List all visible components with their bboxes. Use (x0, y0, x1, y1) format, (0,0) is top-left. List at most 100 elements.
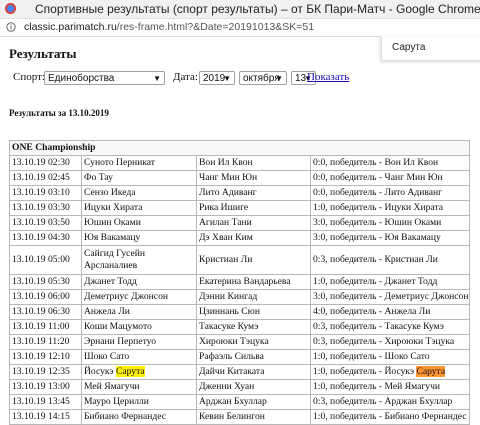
time-cell: 13.10.19 14:15 (9, 409, 82, 425)
competitor-2-cell: Агилан Тани (196, 215, 311, 231)
time-cell: 13.10.19 06:00 (9, 289, 82, 305)
time-cell: 13.10.19 11:20 (9, 334, 82, 350)
time-cell: 13.10.19 13:00 (9, 379, 82, 395)
competitor-1-name: Ицуки Хирата (84, 202, 143, 213)
time-cell: 13.10.19 11:00 (9, 319, 82, 335)
competitor-1-name: Юшин Оками (84, 217, 141, 228)
competitor-1-cell: Шоко Сато (81, 349, 197, 365)
time-cell: 13.10.19 03:10 (9, 185, 82, 201)
result-text: 3:0, победитель - Юя Вакамацу (313, 232, 441, 243)
result-cell: 0:3, победитель - Кристиан Ли (309, 245, 471, 275)
result-text: 3:0, победитель - Юшин Оками (313, 217, 442, 228)
competitor-1-name: Сензо Икеда (84, 187, 136, 198)
competitor-1-name: Анжела Ли (84, 306, 130, 317)
table-row: 13.10.19 02:45 Фо Тау Чанг Мин Юн 0:0, побе… (9, 170, 471, 186)
url-text[interactable]: classic.parimatch.ru/res-frame.html?&Dat… (24, 21, 314, 33)
competitor-2-cell: Хироюки Тэцука (196, 334, 311, 350)
table-row: 13.10.19 12:35 Йосукэ Сарута Дайчи Китакат… (9, 364, 471, 380)
result-cell: 1:0, победитель - Йосукэ Сарута (309, 364, 471, 380)
result-text: 0:3, победитель - Хироюки Тэцука (313, 336, 455, 347)
result-cell: 1:0, победитель - Мей Ямагучи (309, 379, 471, 395)
result-cell: 1:0, победитель - Ицуки Хирата (309, 200, 471, 216)
result-text: 1:0, победитель - Ицуки Хирата (313, 202, 443, 213)
competitor-1-name: Коши Мацумото (84, 321, 152, 332)
result-text: 1:0, победитель - Мей Ямагучи (313, 381, 441, 392)
chevron-down-icon: ▼ (223, 74, 231, 83)
competitor-1-cell: Анжела Ли (81, 304, 197, 320)
table-row: 13.10.19 04:30 Юя Вакамацу Дэ Хван Ким 3:0,… (9, 230, 471, 246)
result-cell: 0:0, победитель - Вон Ил Квон (309, 155, 471, 171)
result-cell: 0:0, победитель - Чанг Мин Юн (309, 170, 471, 186)
result-cell: 4:0, победитель - Анжела Ли (309, 304, 471, 320)
competitor-1-cell: Коши Мацумото (81, 319, 197, 335)
result-cell: 0:3, победитель - Хироюки Тэцука (309, 334, 471, 350)
result-text: 0:3, победитель - Такасуке Кумэ (313, 321, 444, 332)
table-row: 13.10.19 11:20 Эрнани Перпетуо Хироюки Тэц… (9, 334, 471, 350)
time-cell: 13.10.19 05:30 (9, 274, 82, 290)
time-cell: 13.10.19 02:45 (9, 170, 82, 186)
result-text: 0:3, победитель - Арджан Бхуллар (313, 396, 453, 407)
find-current-highlight: Сарута (416, 366, 446, 377)
result-text: 1:0, победитель - Джанет Тодд (313, 276, 438, 287)
table-row: 13.10.19 06:00 Деметриус Джонсон Дэнни Кин… (9, 289, 471, 305)
table-row: 13.10.19 03:50 Юшин Оками Агилан Тани 3:0, … (9, 215, 471, 231)
table-row: 13.10.19 05:00 Сайгид Гусейн Арсланалиев К… (9, 245, 471, 275)
year-select-value: 2019 (203, 73, 226, 84)
competitor-1-name: Эрнани Перпетуо (84, 336, 156, 347)
result-cell: 0:3, победитель - Арджан Бхуллар (309, 394, 471, 410)
url-path: /res-frame.html?&Date=20191013&SK=51 (116, 21, 315, 33)
table-row: 13.10.19 03:10 Сензо Икеда Лито Адиванг 0:0… (9, 185, 471, 201)
find-match-highlight: Сарута (115, 366, 145, 377)
result-text: 4:0, победитель - Анжела Ли (313, 306, 431, 317)
competitor-1-name: Суното Перникат (84, 157, 155, 168)
results-table: ONE Championship 13.10.19 02:30 Суното Пе… (8, 140, 471, 425)
competitor-1-name: Джанет Тодд (84, 276, 137, 287)
chevron-down-icon: ▼ (153, 74, 161, 83)
competitor-2-cell: Дженни Хуан (196, 379, 311, 395)
result-text: 3:0, победитель - Деметриус Джонсон (313, 291, 469, 302)
competitor-1-cell: Ицуки Хирата (81, 200, 197, 216)
competitor-1-cell: Бибиано Фернандес (81, 409, 197, 425)
competitor-1-name: Фо Тау (84, 172, 113, 183)
find-input[interactable]: Сарута (392, 42, 425, 53)
competitor-1-name: Мей Ямагучи (84, 381, 140, 392)
month-select[interactable]: октября ▼ (239, 71, 287, 85)
table-row: 13.10.19 12:10 Шоко Сато Рафаэль Сильва 1:0… (9, 349, 471, 365)
competitor-1-cell: Сайгид Гусейн Арсланалиев (81, 245, 197, 275)
competitor-1-cell: Фо Тау (81, 170, 197, 186)
competitor-1-cell: Юя Вакамацу (81, 230, 197, 246)
results-date-heading: Результаты за 13.10.2019 (9, 108, 109, 118)
find-bar[interactable]: Сарута (381, 36, 480, 61)
result-cell: 3:0, победитель - Деметриус Джонсон (309, 289, 471, 305)
competitor-1-cell: Йосукэ Сарута (81, 364, 197, 380)
result-cell: 0:0, победитель - Лито Адиванг (309, 185, 471, 201)
table-caption: ONE Championship (8, 140, 471, 156)
table-row: 13.10.19 02:30 Суното Перникат Вон Ил Квон… (9, 155, 471, 171)
competitor-1-name: Сайгид Гусейн Арсланалиев (84, 248, 146, 271)
competitor-2-cell: Дэ Хван Ким (196, 230, 311, 246)
result-text: 1:0, победитель - Шоко Сато (313, 351, 430, 362)
browser-title-bar: Спортивные результаты (спорт результаты)… (0, 0, 480, 19)
table-row: 13.10.19 03:30 Ицуки Хирата Рика Ишиге 1:0,… (9, 200, 471, 216)
competitor-2-cell: Дэнни Кингад (196, 289, 311, 305)
competitor-1-cell: Суното Перникат (81, 155, 197, 171)
result-text: 0:0, победитель - Лито Адиванг (313, 187, 443, 198)
competitor-2-cell: Кристиан Ли (196, 245, 311, 275)
time-cell: 13.10.19 06:30 (9, 304, 82, 320)
competitor-2-cell: Екатерина Вандарьева (196, 274, 311, 290)
competitor-1-cell: Юшин Оками (81, 215, 197, 231)
result-text: 0:0, победитель - Чанг Мин Юн (313, 172, 443, 183)
page-info-icon[interactable] (6, 21, 16, 33)
sport-select[interactable]: Единоборства ▼ (44, 71, 165, 85)
competitor-2-cell: Арджан Бхуллар (196, 394, 311, 410)
result-cell: 3:0, победитель - Юшин Оками (309, 215, 471, 231)
url-host: classic.parimatch.ru (24, 21, 117, 33)
show-link[interactable]: Показать (307, 71, 349, 83)
year-select[interactable]: 2019 ▼ (199, 71, 235, 85)
competitor-1-cell: Деметриус Джонсон (81, 289, 197, 305)
date-label: Дата: (173, 71, 198, 83)
address-bar[interactable]: classic.parimatch.ru/res-frame.html?&Dat… (0, 19, 480, 37)
result-cell: 1:0, победитель - Шоко Сато (309, 349, 471, 365)
table-row: 13.10.19 13:00 Мей Ямагучи Дженни Хуан 1:0,… (9, 379, 471, 395)
time-cell: 13.10.19 05:00 (9, 245, 82, 275)
